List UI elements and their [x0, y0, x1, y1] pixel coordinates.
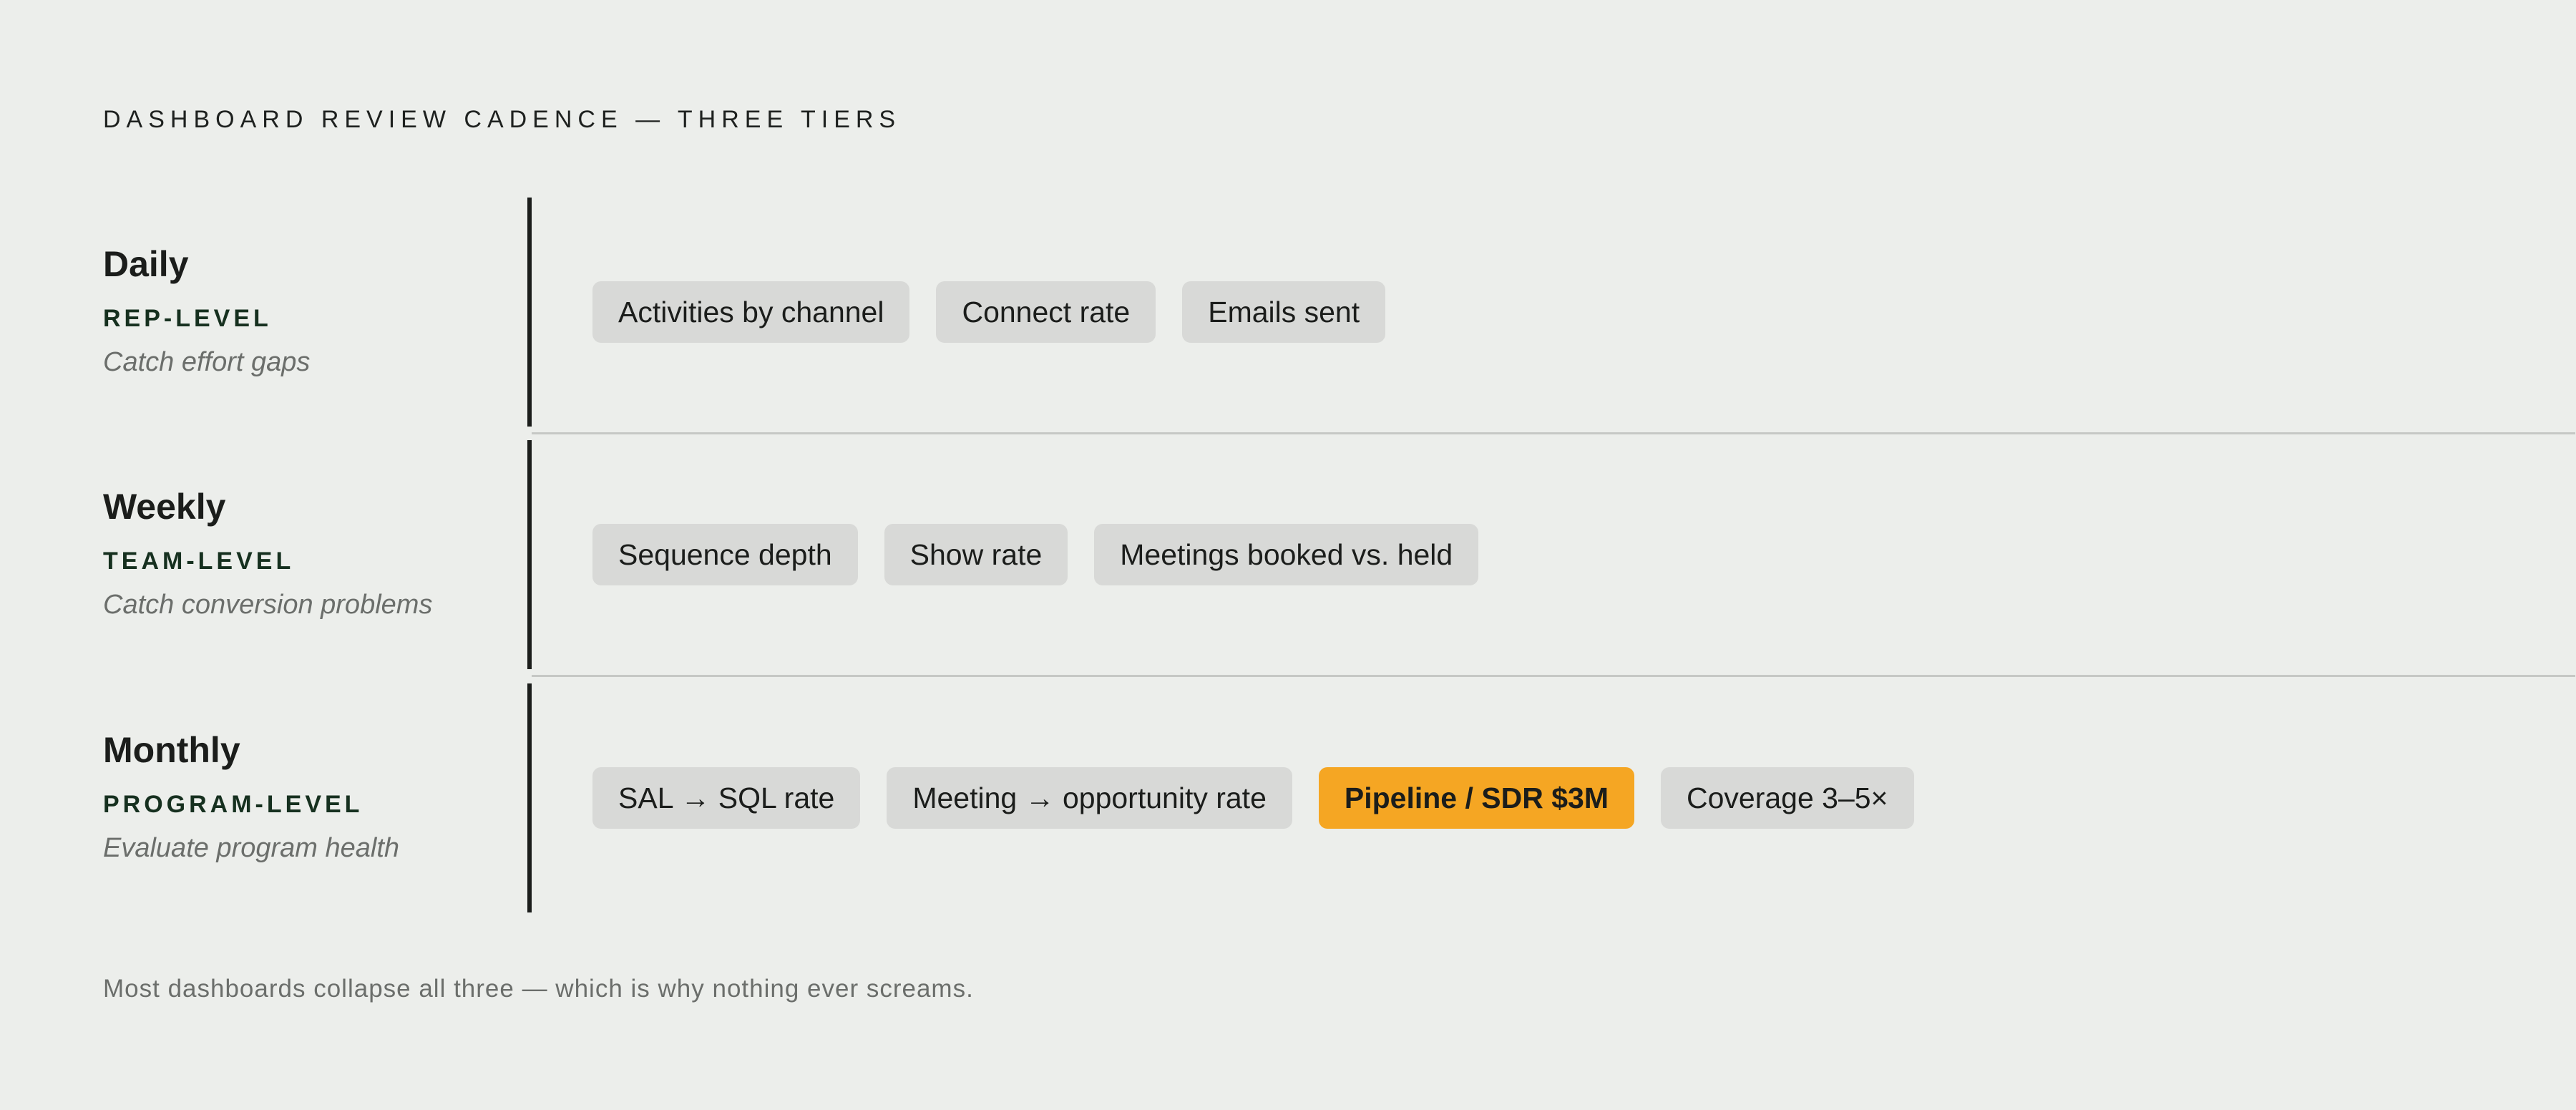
tier-divider-bar: [527, 440, 532, 669]
tier-label-block: Weekly TEAM-LEVEL Catch conversion probl…: [103, 440, 511, 669]
tier-level: REP-LEVEL: [103, 305, 272, 332]
metric-chip-group: SAL → SQL rate Meeting → opportunity rat…: [592, 767, 1914, 829]
metric-chip-coverage: Coverage 3–5×: [1660, 767, 1914, 829]
tier-separator: [532, 432, 2575, 434]
tier-name: Monthly: [103, 730, 240, 770]
tier-divider-bar: [527, 683, 532, 912]
tier-level: TEAM-LEVEL: [103, 547, 295, 575]
tier-level: PROGRAM-LEVEL: [103, 791, 364, 818]
tier-name: Weekly: [103, 487, 226, 527]
tier-name: Daily: [103, 244, 189, 284]
diagram-title: DASHBOARD REVIEW CADENCE — THREE TIERS: [103, 106, 902, 133]
metric-chip-pipeline-per-sdr: Pipeline / SDR $3M: [1318, 767, 1634, 829]
tier-description: Catch conversion problems: [103, 590, 433, 620]
footnote: Most dashboards collapse all three — whi…: [103, 975, 974, 1003]
tier-daily: Daily REP-LEVEL Catch effort gaps Activi…: [103, 198, 2473, 427]
metric-chip-activities-by-channel: Activities by channel: [592, 281, 910, 343]
metric-chip-meetings-booked-vs-held: Meetings booked vs. held: [1094, 524, 1479, 585]
metric-chip-emails-sent: Emails sent: [1182, 281, 1386, 343]
metric-chip-group: Activities by channel Connect rate Email…: [592, 281, 1386, 343]
tier-monthly: Monthly PROGRAM-LEVEL Evaluate program h…: [103, 683, 2473, 912]
tier-separator: [532, 675, 2575, 677]
tier-label-block: Daily REP-LEVEL Catch effort gaps: [103, 198, 511, 427]
tier-weekly: Weekly TEAM-LEVEL Catch conversion probl…: [103, 440, 2473, 669]
metric-chip-group: Sequence depth Show rate Meetings booked…: [592, 524, 1479, 585]
cadence-diagram: DASHBOARD REVIEW CADENCE — THREE TIERS D…: [103, 0, 2575, 1110]
metric-chip-sal-sql-rate: SAL → SQL rate: [592, 767, 861, 829]
tier-label-block: Monthly PROGRAM-LEVEL Evaluate program h…: [103, 683, 511, 912]
metric-chip-sequence-depth: Sequence depth: [592, 524, 858, 585]
tier-description: Catch effort gaps: [103, 347, 311, 377]
metric-chip-meeting-opportunity-rate: Meeting → opportunity rate: [887, 767, 1292, 829]
metric-chip-show-rate: Show rate: [884, 524, 1068, 585]
tier-divider-bar: [527, 198, 532, 427]
metric-chip-connect-rate: Connect rate: [936, 281, 1156, 343]
tier-description: Evaluate program health: [103, 833, 400, 863]
